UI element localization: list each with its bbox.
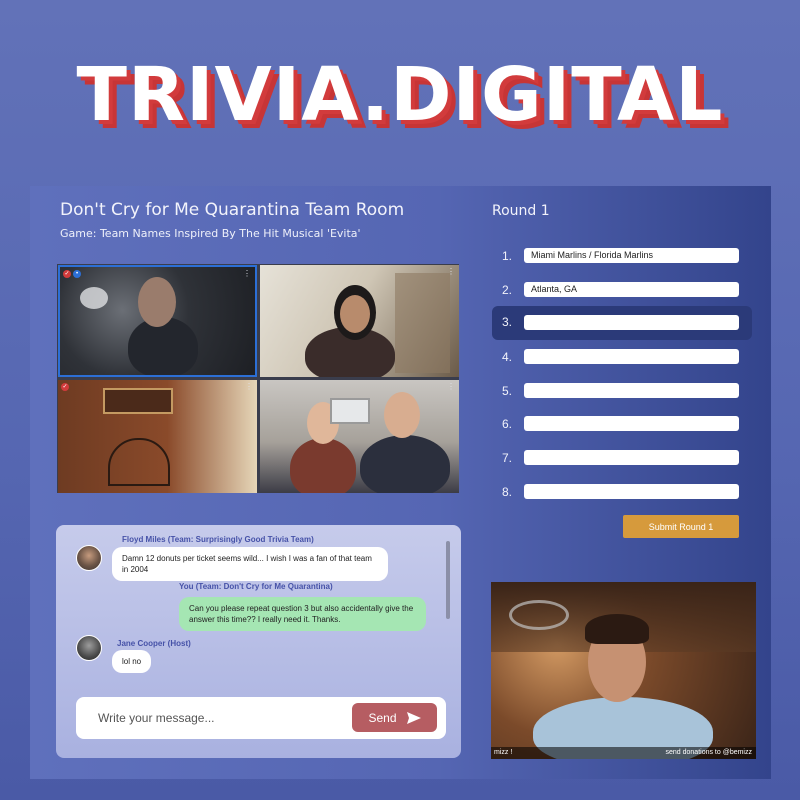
- submit-round-button[interactable]: Submit Round 1: [623, 515, 739, 538]
- more-menu-icon[interactable]: ⋮: [245, 382, 253, 391]
- wine-rack: [509, 600, 569, 630]
- more-menu-icon[interactable]: ⋮: [243, 269, 251, 278]
- chat-scrollbar[interactable]: [446, 541, 450, 619]
- round-title: Round 1: [492, 203, 550, 219]
- wall-picture: [330, 398, 370, 424]
- send-button[interactable]: Send: [352, 703, 437, 732]
- answer-number: 4.: [502, 350, 513, 364]
- lamp-light: [80, 287, 108, 309]
- answer-number: 1.: [502, 249, 513, 263]
- answer-row-2: 2. Atlanta, GA: [492, 280, 754, 304]
- answer-number: 3.: [502, 315, 513, 329]
- chat-panel: Floyd Miles (Team: Surprisingly Good Tri…: [56, 525, 461, 758]
- video-grid: ✓ • ⋮ ⋮ ✓ ⋮ ⋮: [57, 264, 459, 493]
- mute-icon: ✓: [63, 270, 71, 278]
- answer-row-6: 6.: [492, 414, 754, 438]
- participant-face: [384, 392, 420, 438]
- video-tile[interactable]: ⋮: [260, 265, 459, 377]
- answer-input-6[interactable]: [524, 416, 739, 431]
- answer-input-1[interactable]: Miami Marlins / Florida Marlins: [524, 248, 739, 263]
- participant-face: [138, 277, 176, 327]
- donation-text: send donations to @bemizz: [665, 749, 753, 756]
- answer-number: 7.: [502, 451, 513, 465]
- answer-input-2[interactable]: Atlanta, GA: [524, 282, 739, 297]
- answer-row-7: 7.: [492, 448, 754, 472]
- trivia-digital-logo: TRIVIA.DIGITAL: [76, 52, 724, 138]
- more-menu-icon[interactable]: ⋮: [447, 382, 455, 391]
- answer-number: 6.: [502, 417, 513, 431]
- avatar: [76, 545, 102, 571]
- video-tile[interactable]: ✓ • ⋮: [58, 265, 257, 377]
- participant-body: [128, 317, 198, 375]
- answer-number: 8.: [502, 485, 513, 499]
- chat-message: lol no: [112, 650, 152, 673]
- video-tile[interactable]: ✓ ⋮: [58, 380, 257, 493]
- camera-icon: •: [73, 270, 81, 278]
- chat-message: Damn 12 donuts per ticket seems wild... …: [112, 547, 388, 581]
- video-tile[interactable]: ⋮: [260, 380, 459, 493]
- wall-frame: [103, 388, 173, 414]
- answer-row-5: 5.: [492, 381, 754, 405]
- chat-message: Can you please repeat question 3 but als…: [179, 597, 426, 631]
- stream-caption-bar: mizz ! send donations to @bemizz: [491, 747, 756, 759]
- answer-row-4: 4.: [492, 347, 754, 371]
- bookshelf: [395, 273, 450, 373]
- answer-input-4[interactable]: [524, 349, 739, 364]
- answer-row-8: 8.: [492, 482, 754, 506]
- chair: [108, 438, 170, 486]
- team-room-panel: Don't Cry for Me Quarantina Team Room Ga…: [30, 186, 771, 779]
- answer-input-5[interactable]: [524, 383, 739, 398]
- room-title: Don't Cry for Me Quarantina Team Room: [60, 200, 405, 220]
- host-stream[interactable]: mizz ! send donations to @bemizz: [491, 582, 756, 759]
- host-hair: [585, 614, 649, 644]
- answer-input-7[interactable]: [524, 450, 739, 465]
- message-author: You (Team: Don't Cry for Me Quarantina): [179, 582, 333, 591]
- answer-input-8[interactable]: [524, 484, 739, 499]
- answer-row-1: 1. Miami Marlins / Florida Marlins: [492, 246, 754, 270]
- answer-row-3: 3.: [492, 306, 752, 340]
- avatar: [76, 635, 102, 661]
- answer-number: 5.: [502, 384, 513, 398]
- participant-face: [340, 295, 370, 333]
- send-label: Send: [368, 710, 397, 725]
- message-author: Floyd Miles (Team: Surprisingly Good Tri…: [122, 535, 314, 544]
- room-subtitle: Game: Team Names Inspired By The Hit Mus…: [60, 227, 361, 240]
- message-input[interactable]: Write your message... Send: [76, 697, 446, 739]
- streamer-name: mizz !: [494, 749, 513, 756]
- answer-number: 2.: [502, 283, 513, 297]
- participant-body: [290, 438, 356, 493]
- participant-body: [360, 435, 450, 493]
- answer-input-3[interactable]: [524, 315, 739, 330]
- mute-icon: ✓: [61, 383, 69, 391]
- send-arrow-icon: [406, 711, 421, 724]
- message-author: Jane Cooper (Host): [117, 639, 191, 648]
- message-placeholder: Write your message...: [98, 711, 215, 725]
